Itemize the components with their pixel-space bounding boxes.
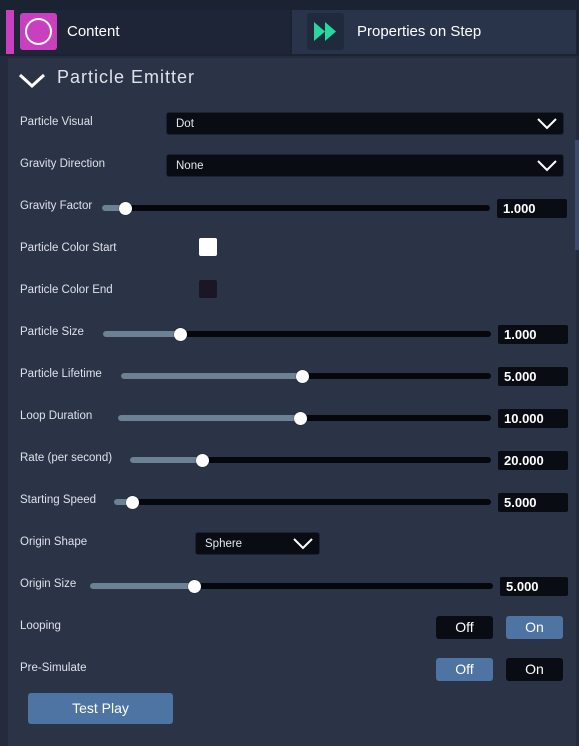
slider-fill bbox=[130, 457, 203, 463]
loop-duration-label: Loop Duration bbox=[20, 410, 93, 422]
particle-color-end-swatch[interactable] bbox=[199, 280, 217, 298]
tab-content-label: Content bbox=[67, 23, 120, 40]
gravity-factor-label: Gravity Factor bbox=[20, 200, 93, 212]
slider-thumb[interactable] bbox=[295, 369, 309, 383]
slider-fill bbox=[103, 331, 181, 337]
particle-lifetime-value[interactable]: 5.000 bbox=[498, 367, 568, 386]
starting-speed-slider[interactable] bbox=[114, 495, 491, 509]
looping-on-button[interactable]: On bbox=[506, 616, 563, 639]
particle-color-start-label: Particle Color Start bbox=[20, 242, 117, 254]
starting-speed-value[interactable]: 5.000 bbox=[498, 493, 568, 512]
tab-content[interactable]: Content bbox=[6, 10, 290, 54]
rate-value[interactable]: 20.000 bbox=[498, 451, 568, 470]
particle-lifetime-label: Particle Lifetime bbox=[20, 368, 102, 380]
particle-size-label: Particle Size bbox=[20, 326, 84, 338]
tab-properties-on-step[interactable]: Properties on Step bbox=[292, 10, 576, 54]
chevron-down-icon bbox=[537, 160, 557, 172]
chevron-down-icon bbox=[537, 118, 557, 130]
particle-color-start-swatch[interactable] bbox=[199, 238, 217, 256]
slider-fill bbox=[118, 415, 301, 421]
origin-shape-label: Origin Shape bbox=[20, 536, 88, 548]
particle-size-value[interactable]: 1.000 bbox=[498, 325, 568, 344]
loop-duration-value[interactable]: 10.000 bbox=[498, 409, 568, 428]
origin-shape-dropdown[interactable]: Sphere bbox=[195, 532, 320, 555]
starting-speed-label: Starting Speed bbox=[20, 494, 97, 506]
pre-simulate-label: Pre-Simulate bbox=[20, 662, 87, 674]
origin-size-slider[interactable] bbox=[90, 579, 493, 593]
origin-size-label: Origin Size bbox=[20, 578, 77, 590]
panel-scrollbar[interactable] bbox=[575, 140, 579, 250]
circle-icon bbox=[20, 13, 57, 50]
chevron-down-icon bbox=[293, 538, 313, 550]
fast-forward-icon bbox=[307, 13, 344, 50]
slider-thumb[interactable] bbox=[294, 411, 308, 425]
gravity-factor-slider[interactable] bbox=[102, 201, 490, 215]
slider-fill bbox=[121, 373, 303, 379]
active-tab-indicator bbox=[6, 10, 14, 54]
particle-visual-label: Particle Visual bbox=[20, 116, 93, 128]
slider-thumb[interactable] bbox=[126, 495, 140, 509]
looping-off-button[interactable]: Off bbox=[436, 616, 493, 639]
slider-thumb[interactable] bbox=[195, 453, 209, 467]
origin-size-value[interactable]: 5.000 bbox=[500, 577, 568, 596]
origin-shape-value: Sphere bbox=[205, 538, 243, 550]
rate-slider[interactable] bbox=[130, 453, 491, 467]
particle-size-slider[interactable] bbox=[103, 327, 491, 341]
pre-simulate-on-button[interactable]: On bbox=[506, 658, 563, 681]
collapse-chevron-icon[interactable] bbox=[18, 72, 46, 95]
slider-thumb[interactable] bbox=[188, 579, 202, 593]
particle-lifetime-slider[interactable] bbox=[121, 369, 491, 383]
slider-thumb[interactable] bbox=[118, 201, 132, 215]
tab-bar: Content Properties on Step bbox=[0, 0, 579, 56]
gravity-direction-label: Gravity Direction bbox=[20, 158, 105, 170]
particle-visual-dropdown[interactable]: Dot bbox=[166, 112, 564, 135]
slider-fill bbox=[90, 583, 195, 589]
rate-label: Rate (per second) bbox=[20, 452, 113, 464]
test-play-button[interactable]: Test Play bbox=[28, 693, 173, 724]
gravity-direction-value: None bbox=[176, 160, 204, 172]
gravity-factor-value[interactable]: 1.000 bbox=[497, 199, 567, 218]
particle-visual-value: Dot bbox=[176, 118, 194, 130]
tab-properties-label: Properties on Step bbox=[357, 23, 482, 40]
slider-thumb[interactable] bbox=[174, 327, 188, 341]
particle-color-end-label: Particle Color End bbox=[20, 284, 113, 296]
pre-simulate-off-button[interactable]: Off bbox=[436, 658, 493, 681]
section-title: Particle Emitter bbox=[57, 67, 196, 87]
loop-duration-slider[interactable] bbox=[118, 411, 491, 425]
looping-label: Looping bbox=[20, 620, 61, 632]
gravity-direction-dropdown[interactable]: None bbox=[166, 154, 564, 177]
